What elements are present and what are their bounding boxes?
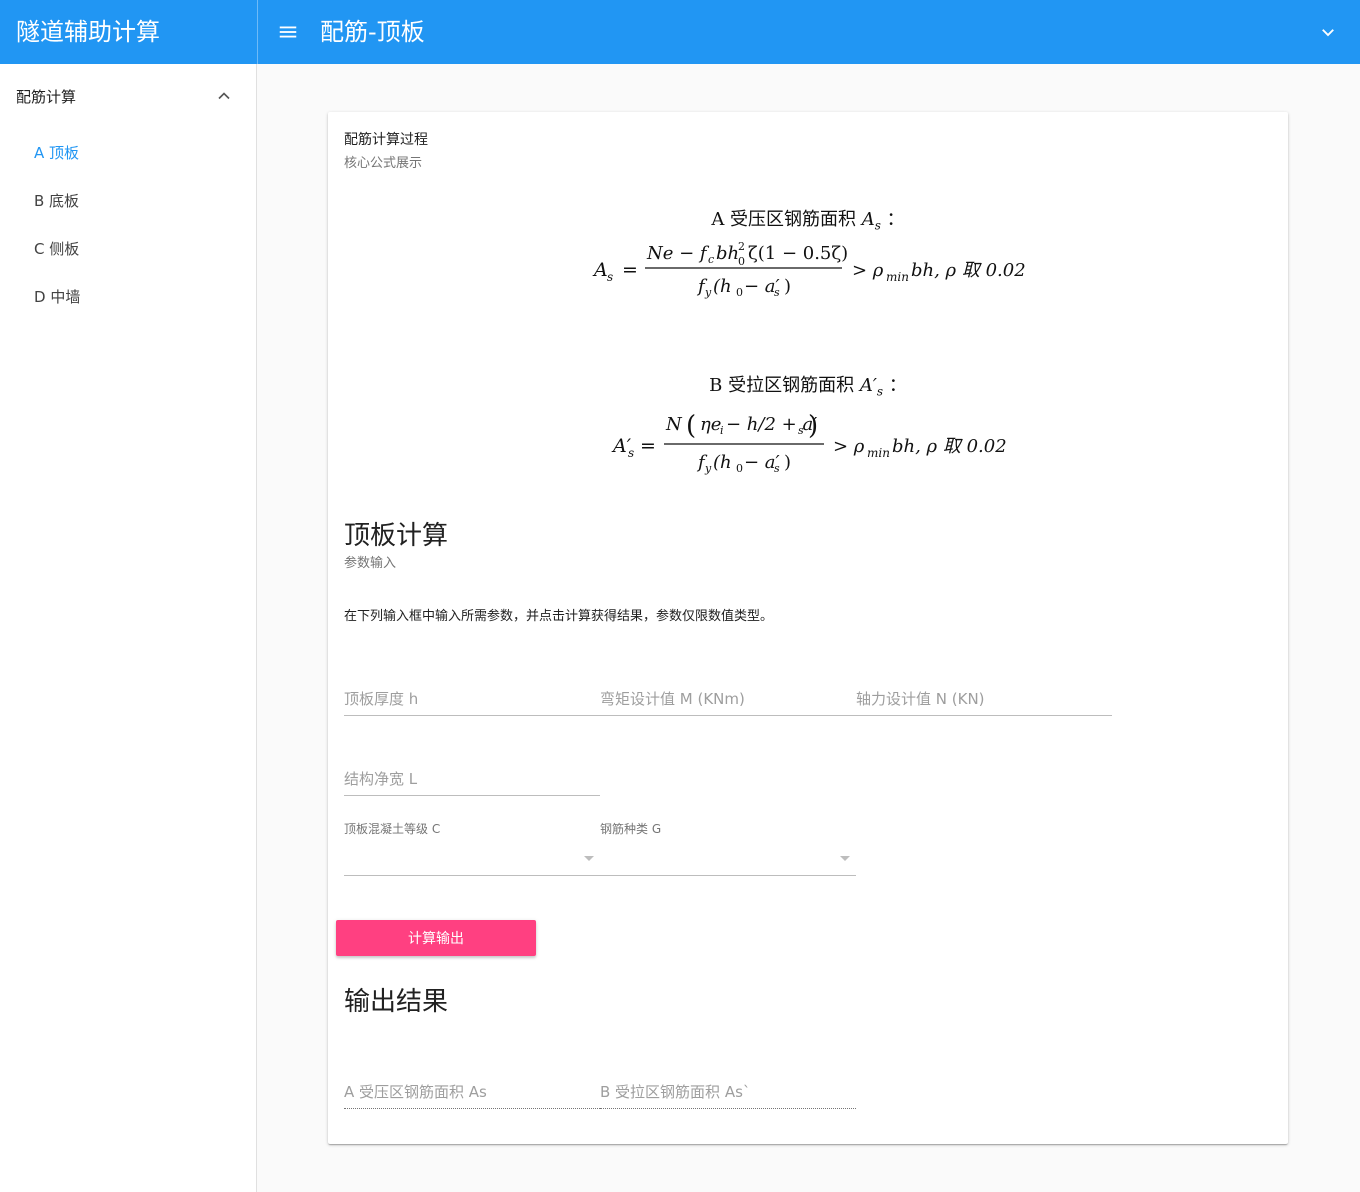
moment-placeholder: 弯矩设计值 M (KNm)	[600, 690, 745, 708]
span-input[interactable]: 结构净宽 L	[344, 760, 600, 796]
calc-section-title: 顶板计算	[344, 521, 449, 551]
svg-text:(: (	[686, 411, 696, 441]
axial-force-input[interactable]: 轴力设计值 N (KN)	[856, 680, 1112, 716]
svg-text:bh, ρ 取 0.02: bh, ρ 取 0.02	[911, 260, 1026, 281]
svg-text:0: 0	[738, 255, 745, 268]
svg-text:c: c	[708, 253, 714, 266]
sidebar-item-bottom-plate[interactable]: B 底板	[0, 176, 256, 224]
svg-text:0: 0	[736, 462, 743, 475]
sidebar-item-middle-wall[interactable]: D 中墙	[0, 272, 256, 320]
svg-text:=: =	[640, 435, 656, 457]
svg-text:=: =	[622, 259, 638, 281]
formula-b-title: B 受拉区钢筋面积 A′s ：	[709, 375, 907, 399]
svg-text:Ne − f: Ne − f	[646, 243, 710, 264]
sidebar-item-label: B 底板	[34, 191, 80, 210]
sidebar-item-side-plate[interactable]: C 侧板	[0, 224, 256, 272]
sidebar-item-label: A 顶板	[34, 143, 80, 162]
sidebar-item-label: C 侧板	[34, 239, 80, 258]
svg-text:ηe: ηe	[700, 414, 721, 435]
hamburger-icon	[279, 26, 297, 38]
svg-text:s: s	[607, 270, 613, 284]
svg-text:N: N	[665, 414, 683, 435]
as-output-field: A 受压区钢筋面积 As	[344, 1073, 600, 1109]
concrete-grade-label: 顶板混凝土等级 C	[344, 822, 441, 836]
svg-text:(h: (h	[713, 452, 732, 473]
dropdown-arrow-icon	[840, 856, 850, 861]
card-subtitle: 核心公式展示	[344, 156, 423, 171]
svg-text:(h: (h	[713, 276, 732, 297]
svg-text:i: i	[720, 424, 724, 437]
chevron-down-icon	[1322, 29, 1334, 37]
app-bar-menu-button[interactable]	[1312, 16, 1344, 48]
sidebar-group-header[interactable]: 配筋计算	[0, 64, 256, 128]
concrete-grade-select[interactable]: 顶板混凝土等级 C	[344, 820, 600, 876]
sidebar: 配筋计算 A 顶板 B 底板 C 侧板 D 中墙	[0, 64, 257, 1192]
chevron-up-icon	[218, 92, 230, 100]
app-title: 隧道辅助计算	[16, 18, 160, 46]
svg-text:> ρ: > ρ	[852, 260, 884, 281]
thickness-placeholder: 顶板厚度 h	[344, 690, 419, 708]
svg-text:): )	[784, 452, 791, 473]
svg-text:): )	[808, 411, 818, 441]
page-title: 配筋-顶板	[320, 18, 425, 46]
rebar-type-label: 钢筋种类 G	[600, 822, 662, 836]
formula-a: A s = Ne − f c bh 2 0 ζ(1 − 0.5ζ) f y (h…	[592, 240, 1026, 299]
svg-text:min: min	[867, 446, 890, 460]
svg-text:2: 2	[738, 240, 745, 253]
calculate-button[interactable]: 计算输出	[336, 920, 536, 956]
calc-section-subtitle: 参数输入	[344, 556, 397, 571]
instructions-text: 在下列输入框中输入所需参数，并点击计算获得结果，参数仅限数值类型。	[344, 609, 774, 624]
dropdown-arrow-icon	[584, 856, 594, 861]
svg-text:s: s	[628, 446, 634, 460]
rebar-type-select[interactable]: 钢筋种类 G	[600, 820, 856, 876]
app-bar: 隧道辅助计算 配筋-顶板	[0, 0, 1360, 64]
formula-a-title: A 受压区钢筋面积 As ：	[711, 209, 905, 233]
svg-text:min: min	[886, 270, 909, 284]
svg-text:y: y	[704, 462, 712, 475]
svg-text:s: s	[774, 462, 780, 475]
app-bar-divider	[257, 0, 258, 64]
svg-text:s: s	[774, 286, 780, 299]
sidebar-item-top-plate[interactable]: A 顶板	[0, 128, 256, 176]
main-card: 配筋计算过程 核心公式展示 A 受压区钢筋面积 As ： A s = Ne − …	[328, 112, 1288, 1144]
as-output-label: A 受压区钢筋面积 As	[344, 1083, 487, 1101]
thickness-input[interactable]: 顶板厚度 h	[344, 680, 600, 716]
svg-text:): )	[784, 276, 791, 297]
svg-text:bh: bh	[716, 243, 739, 264]
as-prime-output-label: B 受拉区钢筋面积 As`	[600, 1083, 751, 1101]
span-placeholder: 结构净宽 L	[344, 770, 418, 788]
axial-force-placeholder: 轴力设计值 N (KN)	[856, 690, 985, 708]
sidebar-group-label: 配筋计算	[16, 87, 77, 106]
svg-text:> ρ: > ρ	[833, 436, 865, 457]
moment-input[interactable]: 弯矩设计值 M (KNm)	[600, 680, 856, 716]
card-title: 配筋计算过程	[344, 132, 428, 148]
output-section-title: 输出结果	[344, 987, 449, 1017]
svg-text:ζ(1 − 0.5ζ): ζ(1 − 0.5ζ)	[748, 243, 848, 264]
sidebar-item-label: D 中墙	[34, 287, 81, 306]
svg-text:A: A	[592, 259, 608, 281]
as-prime-output-field: B 受拉区钢筋面积 As`	[600, 1073, 856, 1109]
svg-text:y: y	[704, 286, 712, 299]
svg-text:0: 0	[736, 286, 743, 299]
svg-text:bh, ρ 取 0.02: bh, ρ 取 0.02	[892, 436, 1007, 457]
formula-b: A′ s = N ( ηe i − h/2 + a′ s ) f y (h 0 …	[611, 411, 1007, 475]
svg-text:s: s	[798, 424, 804, 437]
menu-button[interactable]	[270, 14, 306, 50]
